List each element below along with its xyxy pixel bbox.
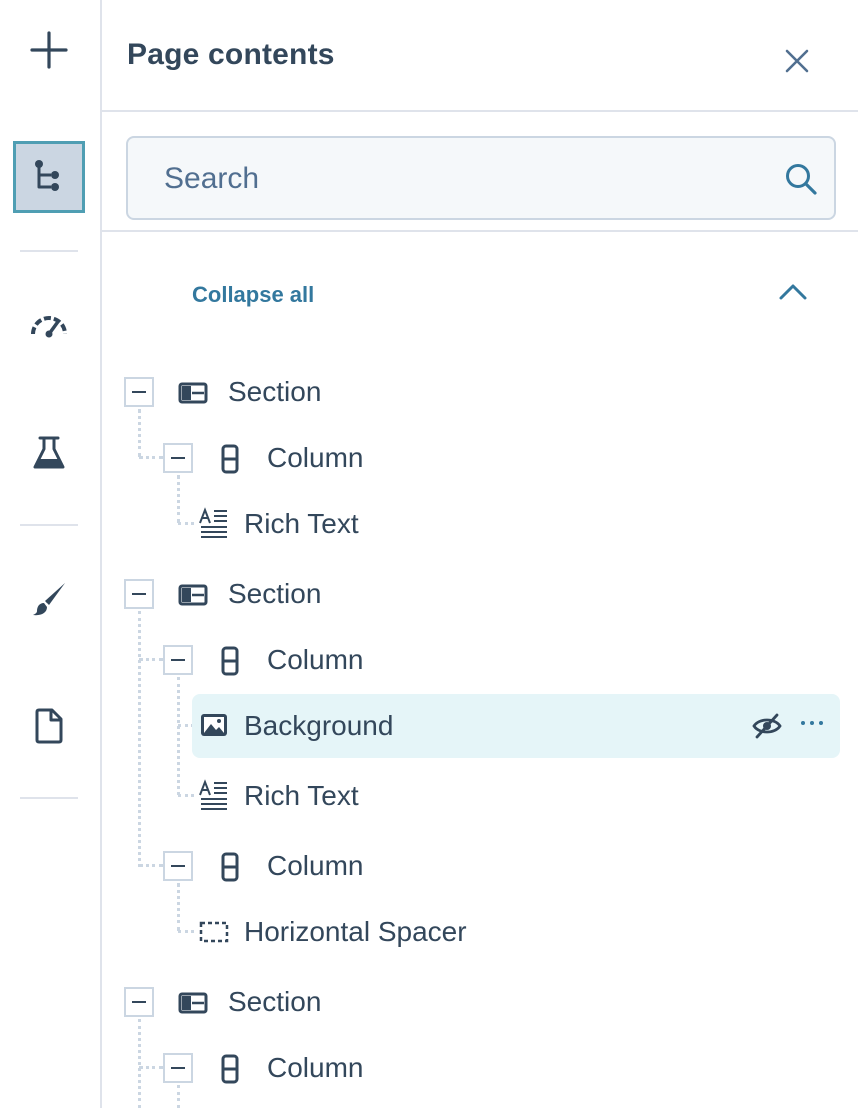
collapse-toggle[interactable] — [163, 645, 193, 675]
column-icon — [221, 1054, 239, 1084]
brush-icon — [33, 583, 65, 616]
page-icon — [35, 708, 63, 744]
collapse-toggle[interactable] — [124, 377, 154, 407]
tree-item-label[interactable]: Background — [244, 710, 393, 742]
search-divider — [102, 230, 858, 232]
collapse-toggle[interactable] — [163, 851, 193, 881]
page-contents-button[interactable] — [13, 141, 85, 213]
performance-button[interactable] — [13, 290, 85, 362]
tree-connector — [138, 611, 141, 867]
collapse-toggle[interactable] — [163, 443, 193, 473]
tree-item-label[interactable]: Horizontal Spacer — [244, 916, 467, 948]
more-options-icon[interactable] — [800, 720, 824, 726]
collapse-toggle[interactable] — [124, 579, 154, 609]
page-contents-panel: Page contents Collapse all Section — [102, 0, 858, 1108]
tree-item-label[interactable]: Section — [228, 376, 321, 408]
tree-item-label[interactable]: Column — [267, 442, 363, 474]
tree-connector — [138, 409, 141, 457]
section-icon — [178, 382, 208, 404]
tree-connector — [138, 1019, 141, 1108]
page-settings-button[interactable] — [13, 690, 85, 762]
gauge-icon — [31, 316, 67, 338]
test-button[interactable] — [13, 417, 85, 489]
tree-connector — [139, 864, 163, 867]
add-icon — [30, 31, 68, 69]
close-button[interactable] — [782, 46, 812, 76]
search-icon[interactable] — [784, 162, 818, 196]
left-toolbar — [0, 0, 102, 1108]
search-input[interactable] — [162, 156, 766, 202]
tree-connector — [177, 883, 180, 931]
collapse-toggle[interactable] — [163, 1053, 193, 1083]
design-button[interactable] — [13, 563, 85, 635]
tree-connector — [139, 456, 163, 459]
flask-icon — [33, 436, 65, 469]
spacer-icon — [199, 921, 229, 943]
section-icon — [178, 992, 208, 1014]
tree-connector — [178, 794, 194, 797]
rail-divider — [20, 524, 78, 526]
tree-connector — [177, 1085, 180, 1108]
tree-item-label[interactable]: Rich Text — [244, 508, 359, 540]
section-icon — [178, 584, 208, 606]
tree-item-label[interactable]: Section — [228, 986, 321, 1018]
rich-text-icon — [199, 507, 227, 538]
tree-connector — [139, 658, 163, 661]
hidden-eye-icon[interactable] — [752, 713, 782, 739]
tree-connector — [178, 522, 194, 525]
collapse-all-link[interactable]: Collapse all — [192, 282, 314, 308]
tree-item-label[interactable]: Column — [267, 644, 363, 676]
rich-text-icon — [199, 779, 227, 810]
close-icon — [785, 49, 809, 73]
rail-divider — [20, 250, 78, 252]
tree-item-label[interactable]: Section — [228, 578, 321, 610]
column-icon — [221, 852, 239, 882]
tree-connector — [178, 930, 194, 933]
tree-item-label[interactable]: Column — [267, 850, 363, 882]
add-button[interactable] — [13, 14, 85, 86]
tree-item-label[interactable]: Column — [267, 1052, 363, 1084]
column-icon — [221, 646, 239, 676]
tree-connector — [139, 1066, 163, 1069]
tree-connector — [177, 475, 180, 523]
tree-icon — [35, 160, 59, 191]
search-box — [126, 136, 836, 220]
header-divider — [102, 110, 858, 112]
column-icon — [221, 444, 239, 474]
collapse-toggle[interactable] — [124, 987, 154, 1017]
tree-item-label[interactable]: Rich Text — [244, 780, 359, 812]
panel-title: Page contents — [127, 38, 335, 71]
rail-divider — [20, 797, 78, 799]
chevron-up-icon[interactable] — [778, 280, 808, 304]
tree-connector — [177, 677, 180, 795]
image-icon — [201, 714, 227, 736]
